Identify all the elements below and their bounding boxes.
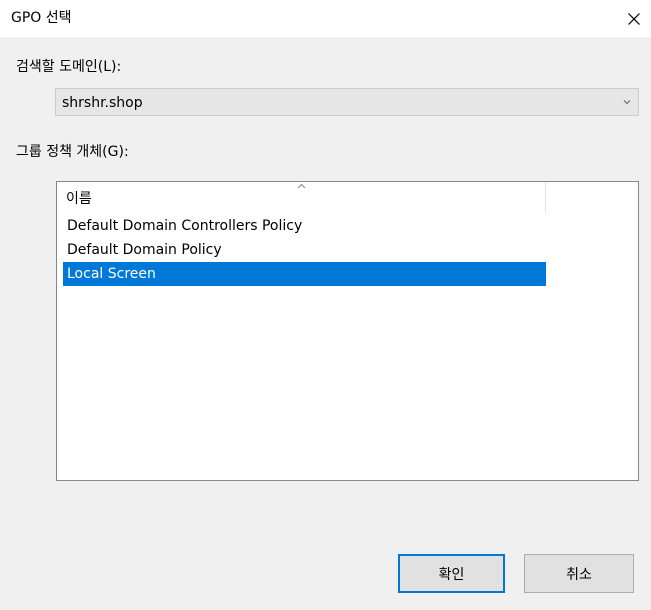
domain-selected-value: shrshr.shop [62, 95, 143, 111]
list-item[interactable]: Default Domain Controllers Policy [63, 214, 546, 238]
domain-label: 검색할 도메인(L): [16, 59, 122, 75]
cancel-button[interactable]: 취소 [524, 554, 634, 593]
gpo-listview[interactable]: 이름 Default Domain Controllers Policy Def… [56, 181, 639, 481]
sort-ascending-icon [297, 183, 306, 189]
close-button[interactable] [617, 0, 651, 37]
gpo-label: 그룹 정책 개체(G): [16, 144, 129, 160]
column-header-label: 이름 [66, 191, 92, 207]
gpo-select-dialog: GPO 선택 검색할 도메인(L): shrshr.shop 그룹 정책 개체(… [0, 0, 651, 610]
ok-button[interactable]: 확인 [398, 554, 505, 593]
list-item[interactable]: Default Domain Policy [63, 238, 546, 262]
chevron-down-icon [623, 100, 631, 105]
list-item-selected[interactable]: Local Screen [63, 262, 546, 286]
column-header-name[interactable]: 이름 [57, 182, 546, 213]
window-title: GPO 선택 [11, 10, 72, 26]
close-icon [628, 12, 640, 25]
domain-combobox[interactable]: shrshr.shop [55, 88, 639, 116]
gpo-list: Default Domain Controllers Policy Defaul… [63, 214, 546, 286]
title-bar: GPO 선택 [0, 0, 651, 37]
